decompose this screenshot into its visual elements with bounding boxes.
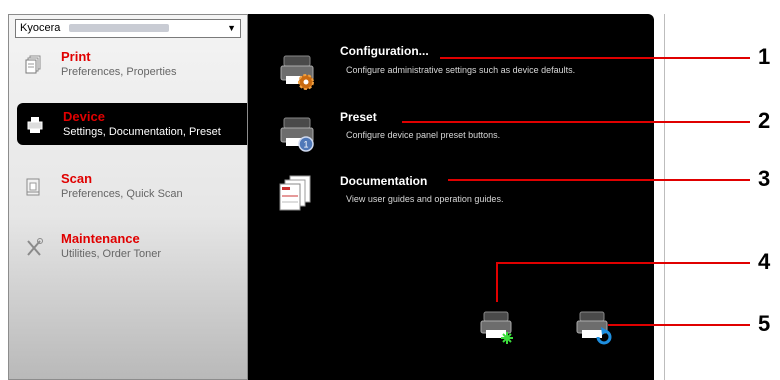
- callout-line-2: [402, 121, 750, 123]
- printer-preset-icon: 1: [280, 117, 314, 152]
- documents-icon: [279, 175, 311, 211]
- nav-item-maintenance[interactable]: Maintenance Utilities, Order Toner: [9, 225, 247, 267]
- nav-item-device[interactable]: Device Settings, Documentation, Preset: [17, 103, 247, 145]
- chevron-down-icon[interactable]: ▼: [227, 20, 236, 37]
- nav-title-print: Print: [61, 49, 91, 64]
- nav-item-print[interactable]: Print Preferences, Properties: [9, 43, 247, 85]
- device-panel: Configuration... Configure administrativ…: [248, 14, 654, 380]
- scanner-icon: [26, 178, 40, 196]
- nav-item-scan[interactable]: Scan Preferences, Quick Scan: [9, 165, 247, 207]
- printer-refresh-icon[interactable]: [574, 306, 614, 346]
- callout-number-1: 1: [758, 44, 771, 69]
- navigation-sidebar: Kyocera ▼ Print Preferences, Properties …: [8, 14, 248, 380]
- callout-line-5: [608, 324, 750, 326]
- device-select[interactable]: Kyocera ▼: [15, 19, 241, 38]
- callout-line-3: [448, 179, 750, 181]
- printer-device-icon: [27, 117, 43, 133]
- printer-gear-icon: [280, 55, 314, 90]
- nav-subtitle-print: Preferences, Properties: [61, 66, 177, 78]
- nav-subtitle-scan: Preferences, Quick Scan: [61, 188, 183, 200]
- callout-number-2: 2: [758, 108, 771, 133]
- callout-line-4-drop: [496, 262, 498, 302]
- callout-number-3: 3: [758, 166, 771, 191]
- configuration-title: Configuration...: [340, 44, 429, 58]
- nav-title-scan: Scan: [61, 171, 93, 186]
- callout-line-4: [496, 262, 750, 264]
- documentation-description: View user guides and operation guides.: [346, 194, 504, 204]
- tools-icon: [27, 238, 43, 256]
- device-select-value: Kyocera: [20, 22, 61, 34]
- printer-status-icon[interactable]: [478, 306, 518, 346]
- preset-title: Preset: [340, 110, 377, 124]
- configuration-description: Configure administrative settings such a…: [346, 65, 576, 75]
- callout-line-1: [440, 57, 750, 59]
- nav-title-device: Device: [63, 109, 105, 124]
- callout-number-4: 4: [758, 249, 771, 274]
- preset-description: Configure device panel preset buttons.: [346, 130, 501, 140]
- nav-subtitle-maintenance: Utilities, Order Toner: [61, 248, 162, 260]
- document-stack-icon: [25, 55, 41, 74]
- callout-number-5: 5: [758, 311, 771, 336]
- nav-subtitle-device: Settings, Documentation, Preset: [63, 126, 221, 138]
- svg-text:1: 1: [303, 140, 308, 150]
- nav-title-maintenance: Maintenance: [61, 231, 140, 246]
- device-model-redacted: [69, 24, 170, 33]
- documentation-title: Documentation: [340, 174, 428, 188]
